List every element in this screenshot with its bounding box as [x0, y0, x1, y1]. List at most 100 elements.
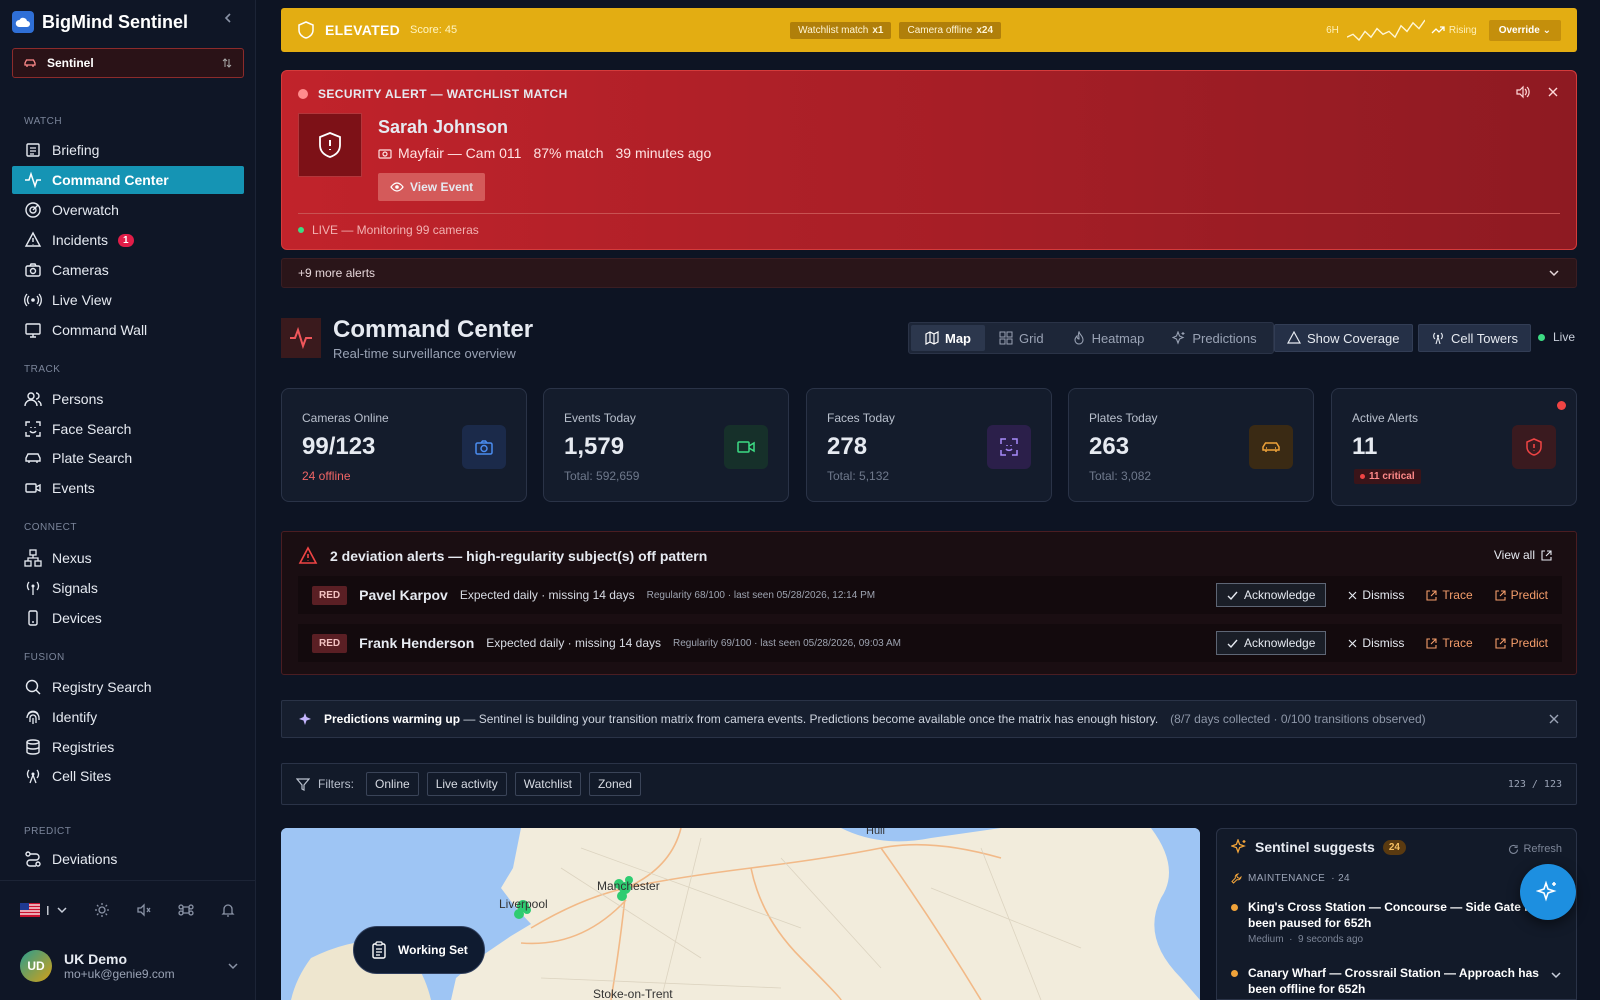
map-canvas[interactable]: Hull Liverpool Manchester Stoke-on-Trent — [281, 828, 1200, 1000]
nav-section-fusion: FUSION — [24, 652, 65, 663]
subject-name[interactable]: Frank Henderson — [359, 635, 474, 651]
nav-item-registries[interactable]: Registries — [12, 733, 244, 761]
nav-item-nexus[interactable]: Nexus — [12, 544, 244, 572]
sun-icon[interactable] — [94, 902, 110, 918]
face-scan-icon — [987, 425, 1031, 469]
nav-item-label: Command Wall — [52, 322, 148, 338]
nav-item-face-search[interactable]: Face Search — [12, 415, 244, 443]
trace-button[interactable]: Trace — [1426, 588, 1473, 602]
close-icon[interactable] — [1546, 85, 1560, 99]
stat-label: Plates Today — [1089, 411, 1158, 425]
predict-button[interactable]: Predict — [1495, 636, 1548, 650]
view-event-button[interactable]: View Event — [378, 173, 486, 201]
language-divider: I — [46, 902, 50, 918]
command-icon[interactable] — [178, 902, 194, 918]
nav-item-label: Devices — [52, 610, 102, 626]
suggestion-category: MAINTENANCE · 24 — [1231, 873, 1350, 884]
car-icon — [1249, 425, 1293, 469]
camera-offline-chip[interactable]: Camera offline x24 — [899, 21, 1002, 39]
refresh-button[interactable]: Refresh — [1508, 843, 1562, 855]
car-icon — [25, 453, 41, 463]
severity-dot — [1231, 970, 1238, 977]
workspace-selector[interactable]: Sentinel — [12, 48, 244, 78]
chevron-down-icon[interactable] — [1550, 969, 1562, 981]
acknowledge-button[interactable]: Acknowledge — [1216, 631, 1327, 655]
severity-badge: RED — [312, 633, 348, 653]
predictions-progress: (8/7 days collected · 0/100 transitions … — [1170, 712, 1426, 726]
wrench-icon — [1231, 873, 1242, 884]
cell-towers-button[interactable]: Cell Towers — [1418, 324, 1531, 352]
nav-item-cameras[interactable]: Cameras — [12, 256, 244, 284]
mute-icon[interactable] — [136, 902, 152, 918]
camera-map[interactable]: Hull Liverpool Manchester Stoke-on-Trent… — [281, 828, 1200, 1000]
nav-item-registry-search[interactable]: Registry Search — [12, 673, 244, 701]
nav-item-label: Cameras — [52, 262, 109, 278]
suggestion-item[interactable]: King's Cross Station — Concourse — Side … — [1231, 899, 1551, 945]
nav-item-identify[interactable]: Identify — [12, 703, 244, 731]
tab-grid[interactable]: Grid — [985, 325, 1058, 351]
nav-item-devices[interactable]: Devices — [12, 604, 244, 632]
suggestion-title: King's Cross Station — Concourse — Side … — [1248, 900, 1545, 930]
subject-name[interactable]: Pavel Karpov — [359, 587, 448, 603]
show-coverage-button[interactable]: Show Coverage — [1274, 324, 1413, 352]
nav-section-watch: WATCH — [24, 116, 63, 127]
working-set-button[interactable]: Working Set — [353, 926, 485, 974]
tab-predictions[interactable]: Predictions — [1158, 325, 1270, 351]
filter-live-activity[interactable]: Live activity — [426, 772, 507, 796]
filter-zoned[interactable]: Zoned — [588, 772, 641, 796]
view-all-link[interactable]: View all — [1494, 548, 1552, 562]
stat-value: 11 — [1352, 433, 1378, 460]
nav-item-persons[interactable]: Persons — [12, 385, 244, 413]
stat-card-cameras[interactable]: Cameras Online 99/123 24 offline — [281, 388, 527, 502]
sidebar-toolbar: I — [20, 902, 236, 918]
language-selector[interactable]: I — [20, 903, 68, 918]
override-dropdown[interactable]: Override ⌄ — [1488, 19, 1561, 41]
speaker-icon[interactable] — [1516, 85, 1530, 99]
sidebar: BigMind Sentinel Sentinel WATCH Briefing… — [0, 0, 256, 1000]
trace-button[interactable]: Trace — [1426, 636, 1473, 650]
ai-assistant-button[interactable] — [1520, 864, 1576, 920]
collapse-sidebar-icon[interactable] — [222, 12, 234, 24]
sparkles-icon — [1536, 880, 1557, 902]
user-menu[interactable]: UD UK Demo mo+uk@genie9.com — [20, 950, 240, 982]
filter-watchlist[interactable]: Watchlist — [514, 772, 581, 796]
cell-tower-icon — [26, 769, 40, 784]
nav-item-briefing[interactable]: Briefing — [12, 136, 244, 164]
nav-item-label: Plate Search — [52, 450, 133, 466]
watchlist-chip[interactable]: Watchlist match x1 — [790, 21, 892, 39]
map-label-liverpool: Liverpool — [499, 897, 548, 911]
user-name: UK Demo — [64, 951, 128, 967]
nav-item-deviations[interactable]: Deviations — [12, 845, 244, 873]
nav-item-cell-sites[interactable]: Cell Sites — [12, 762, 244, 790]
nav-item-command-center[interactable]: Command Center — [12, 166, 244, 194]
predict-button[interactable]: Predict — [1495, 588, 1548, 602]
deviation-row: RED Frank Henderson Expected daily · mis… — [298, 624, 1562, 662]
nav-item-live-view[interactable]: Live View — [12, 286, 244, 314]
bell-icon[interactable] — [220, 902, 236, 918]
close-icon[interactable] — [1548, 713, 1560, 725]
suggestion-item[interactable]: Canary Wharf — Crossrail Station — Appro… — [1231, 965, 1551, 997]
stat-card-faces[interactable]: Faces Today 278 Total: 5,132 — [806, 388, 1052, 502]
nav-item-overwatch[interactable]: Overwatch — [12, 196, 244, 224]
stat-card-plates[interactable]: Plates Today 263 Total: 3,082 — [1068, 388, 1314, 502]
tab-map[interactable]: Map — [911, 325, 985, 351]
severity-badge: RED — [312, 585, 348, 605]
nav-section-predict: PREDICT — [24, 826, 72, 837]
nav-item-plate-search[interactable]: Plate Search — [12, 444, 244, 472]
nav-item-command-wall[interactable]: Command Wall — [12, 316, 244, 344]
more-alerts-label: +9 more alerts — [298, 266, 376, 280]
nav-item-events[interactable]: Events — [12, 474, 244, 502]
filter-online[interactable]: Online — [366, 772, 419, 796]
brand[interactable]: BigMind Sentinel — [12, 8, 188, 36]
dismiss-button[interactable]: Dismiss — [1348, 636, 1404, 650]
stat-card-events[interactable]: Events Today 1,579 Total: 592,659 — [543, 388, 789, 502]
nav-item-signals[interactable]: Signals — [12, 574, 244, 602]
tab-heatmap[interactable]: Heatmap — [1058, 325, 1159, 351]
more-alerts-toggle[interactable]: +9 more alerts — [281, 258, 1577, 288]
nav-item-incidents[interactable]: Incidents 1 — [12, 226, 244, 254]
page-title: Command Center — [333, 316, 534, 343]
live-indicator: Live — [1538, 330, 1575, 344]
acknowledge-button[interactable]: Acknowledge — [1216, 583, 1327, 607]
stat-card-alerts[interactable]: Active Alerts 11 11 critical — [1331, 388, 1577, 506]
dismiss-button[interactable]: Dismiss — [1348, 588, 1404, 602]
